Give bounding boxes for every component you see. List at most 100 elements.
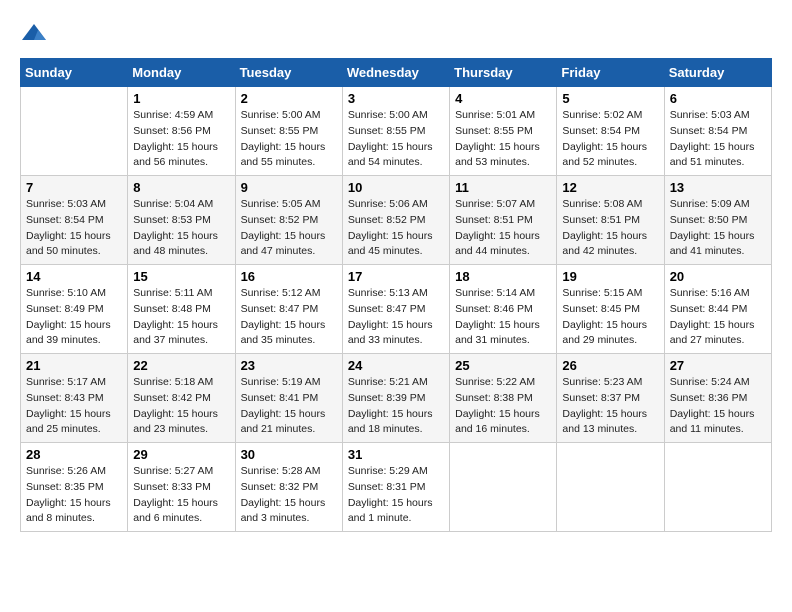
- day-number: 8: [133, 180, 229, 195]
- day-number: 19: [562, 269, 658, 284]
- day-number: 15: [133, 269, 229, 284]
- calendar-cell: 20 Sunrise: 5:16 AMSunset: 8:44 PMDayligh…: [664, 265, 771, 354]
- calendar-header-saturday: Saturday: [664, 59, 771, 87]
- calendar-cell: 16 Sunrise: 5:12 AMSunset: 8:47 PMDayligh…: [235, 265, 342, 354]
- calendar-cell: 11 Sunrise: 5:07 AMSunset: 8:51 PMDayligh…: [450, 176, 557, 265]
- day-info: Sunrise: 5:00 AMSunset: 8:55 PMDaylight:…: [241, 108, 337, 171]
- day-info: Sunrise: 5:18 AMSunset: 8:42 PMDaylight:…: [133, 375, 229, 438]
- calendar-cell: 13Sunrise: 5:09 AMSunset: 8:50 PMDayligh…: [664, 176, 771, 265]
- day-info: Sunrise: 5:23 AMSunset: 8:37 PMDaylight:…: [562, 375, 658, 438]
- day-info: Sunrise: 4:59 AMSunset: 8:56 PMDaylight:…: [133, 108, 229, 171]
- calendar-cell: 6 Sunrise: 5:03 AMSunset: 8:54 PMDaylight…: [664, 87, 771, 176]
- calendar-header-friday: Friday: [557, 59, 664, 87]
- page-header: [20, 20, 772, 48]
- calendar-cell: 2 Sunrise: 5:00 AMSunset: 8:55 PMDaylight…: [235, 87, 342, 176]
- day-number: 12: [562, 180, 658, 195]
- day-info: Sunrise: 5:21 AMSunset: 8:39 PMDaylight:…: [348, 375, 444, 438]
- day-number: 30: [241, 447, 337, 462]
- day-number: 3: [348, 91, 444, 106]
- day-info: Sunrise: 5:16 AMSunset: 8:44 PMDaylight:…: [670, 286, 766, 349]
- calendar-cell: 14Sunrise: 5:10 AMSunset: 8:49 PMDayligh…: [21, 265, 128, 354]
- calendar-week-row: 7 Sunrise: 5:03 AMSunset: 8:54 PMDaylight…: [21, 176, 772, 265]
- day-number: 5: [562, 91, 658, 106]
- day-number: 2: [241, 91, 337, 106]
- calendar-week-row: 28 Sunrise: 5:26 AMSunset: 8:35 PMDayligh…: [21, 443, 772, 532]
- day-number: 20: [670, 269, 766, 284]
- day-number: 6: [670, 91, 766, 106]
- calendar-cell: 21 Sunrise: 5:17 AMSunset: 8:43 PMDayligh…: [21, 354, 128, 443]
- day-info: Sunrise: 5:26 AMSunset: 8:35 PMDaylight:…: [26, 464, 122, 527]
- calendar-cell: 9Sunrise: 5:05 AMSunset: 8:52 PMDaylight…: [235, 176, 342, 265]
- day-number: 1: [133, 91, 229, 106]
- day-number: 7: [26, 180, 122, 195]
- day-info: Sunrise: 5:03 AMSunset: 8:54 PMDaylight:…: [26, 197, 122, 260]
- calendar-cell: 30 Sunrise: 5:28 AMSunset: 8:32 PMDayligh…: [235, 443, 342, 532]
- day-number: 26: [562, 358, 658, 373]
- logo: [20, 20, 52, 48]
- calendar-header-monday: Monday: [128, 59, 235, 87]
- day-info: Sunrise: 5:06 AMSunset: 8:52 PMDaylight:…: [348, 197, 444, 260]
- day-number: 9: [241, 180, 337, 195]
- day-number: 28: [26, 447, 122, 462]
- day-number: 16: [241, 269, 337, 284]
- calendar-cell: 12 Sunrise: 5:08 AMSunset: 8:51 PMDayligh…: [557, 176, 664, 265]
- day-number: 22: [133, 358, 229, 373]
- day-number: 24: [348, 358, 444, 373]
- day-info: Sunrise: 5:02 AMSunset: 8:54 PMDaylight:…: [562, 108, 658, 171]
- day-number: 21: [26, 358, 122, 373]
- calendar-cell: [21, 87, 128, 176]
- calendar-cell: 31 Sunrise: 5:29 AMSunset: 8:31 PMDayligh…: [342, 443, 449, 532]
- day-number: 4: [455, 91, 551, 106]
- calendar-week-row: 14Sunrise: 5:10 AMSunset: 8:49 PMDayligh…: [21, 265, 772, 354]
- day-number: 18: [455, 269, 551, 284]
- day-info: Sunrise: 5:03 AMSunset: 8:54 PMDaylight:…: [670, 108, 766, 171]
- day-info: Sunrise: 5:28 AMSunset: 8:32 PMDaylight:…: [241, 464, 337, 527]
- calendar-cell: 22 Sunrise: 5:18 AMSunset: 8:42 PMDayligh…: [128, 354, 235, 443]
- calendar-header-wednesday: Wednesday: [342, 59, 449, 87]
- calendar-cell: 24 Sunrise: 5:21 AMSunset: 8:39 PMDayligh…: [342, 354, 449, 443]
- day-info: Sunrise: 5:14 AMSunset: 8:46 PMDaylight:…: [455, 286, 551, 349]
- calendar-cell: [664, 443, 771, 532]
- calendar-header-row: SundayMondayTuesdayWednesdayThursdayFrid…: [21, 59, 772, 87]
- day-info: Sunrise: 5:17 AMSunset: 8:43 PMDaylight:…: [26, 375, 122, 438]
- day-info: Sunrise: 5:12 AMSunset: 8:47 PMDaylight:…: [241, 286, 337, 349]
- calendar-cell: 19 Sunrise: 5:15 AMSunset: 8:45 PMDayligh…: [557, 265, 664, 354]
- day-number: 23: [241, 358, 337, 373]
- day-info: Sunrise: 5:13 AMSunset: 8:47 PMDaylight:…: [348, 286, 444, 349]
- calendar-cell: 15Sunrise: 5:11 AMSunset: 8:48 PMDayligh…: [128, 265, 235, 354]
- calendar-cell: 29Sunrise: 5:27 AMSunset: 8:33 PMDayligh…: [128, 443, 235, 532]
- day-info: Sunrise: 5:04 AMSunset: 8:53 PMDaylight:…: [133, 197, 229, 260]
- day-number: 25: [455, 358, 551, 373]
- day-info: Sunrise: 5:22 AMSunset: 8:38 PMDaylight:…: [455, 375, 551, 438]
- day-info: Sunrise: 5:19 AMSunset: 8:41 PMDaylight:…: [241, 375, 337, 438]
- day-info: Sunrise: 5:07 AMSunset: 8:51 PMDaylight:…: [455, 197, 551, 260]
- calendar-cell: 18 Sunrise: 5:14 AMSunset: 8:46 PMDayligh…: [450, 265, 557, 354]
- calendar-header-sunday: Sunday: [21, 59, 128, 87]
- day-number: 11: [455, 180, 551, 195]
- calendar-cell: 4Sunrise: 5:01 AMSunset: 8:55 PMDaylight…: [450, 87, 557, 176]
- calendar-cell: 7 Sunrise: 5:03 AMSunset: 8:54 PMDaylight…: [21, 176, 128, 265]
- day-info: Sunrise: 5:29 AMSunset: 8:31 PMDaylight:…: [348, 464, 444, 527]
- day-number: 13: [670, 180, 766, 195]
- day-info: Sunrise: 5:27 AMSunset: 8:33 PMDaylight:…: [133, 464, 229, 527]
- logo-icon: [20, 20, 48, 48]
- calendar-cell: 1 Sunrise: 4:59 AMSunset: 8:56 PMDaylight…: [128, 87, 235, 176]
- day-number: 31: [348, 447, 444, 462]
- calendar-cell: 8 Sunrise: 5:04 AMSunset: 8:53 PMDaylight…: [128, 176, 235, 265]
- day-info: Sunrise: 5:24 AMSunset: 8:36 PMDaylight:…: [670, 375, 766, 438]
- day-number: 17: [348, 269, 444, 284]
- day-number: 27: [670, 358, 766, 373]
- calendar-table: SundayMondayTuesdayWednesdayThursdayFrid…: [20, 58, 772, 532]
- calendar-cell: 23 Sunrise: 5:19 AMSunset: 8:41 PMDayligh…: [235, 354, 342, 443]
- calendar-cell: [450, 443, 557, 532]
- calendar-cell: 28 Sunrise: 5:26 AMSunset: 8:35 PMDayligh…: [21, 443, 128, 532]
- calendar-header-tuesday: Tuesday: [235, 59, 342, 87]
- calendar-cell: 27 Sunrise: 5:24 AMSunset: 8:36 PMDayligh…: [664, 354, 771, 443]
- day-info: Sunrise: 5:08 AMSunset: 8:51 PMDaylight:…: [562, 197, 658, 260]
- calendar-cell: 25 Sunrise: 5:22 AMSunset: 8:38 PMDayligh…: [450, 354, 557, 443]
- calendar-week-row: 21 Sunrise: 5:17 AMSunset: 8:43 PMDayligh…: [21, 354, 772, 443]
- day-number: 14: [26, 269, 122, 284]
- calendar-cell: 26 Sunrise: 5:23 AMSunset: 8:37 PMDayligh…: [557, 354, 664, 443]
- day-number: 10: [348, 180, 444, 195]
- day-info: Sunrise: 5:15 AMSunset: 8:45 PMDaylight:…: [562, 286, 658, 349]
